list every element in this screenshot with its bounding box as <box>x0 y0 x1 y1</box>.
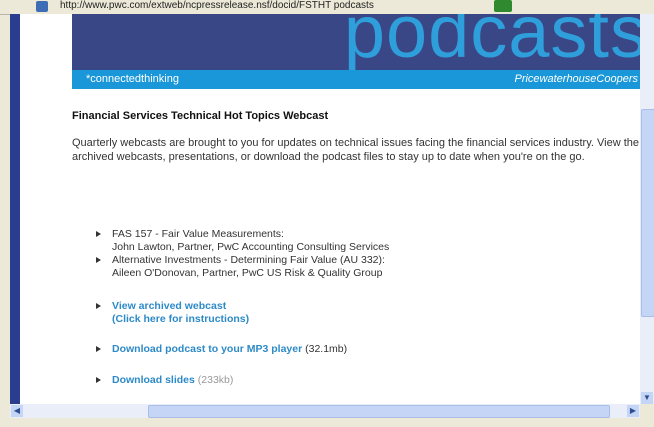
view-archived-webcast-link[interactable]: View archived webcast <box>112 300 389 313</box>
brand-logo-text: PricewaterhouseCoopers <box>514 73 638 85</box>
address-bar[interactable]: http://www.pwc.com/extweb/ncpressrelease… <box>0 0 654 15</box>
address-url[interactable]: http://www.pwc.com/extweb/ncpressrelease… <box>60 0 490 12</box>
page-viewport: podcasts *connectedthinking Pricewaterho… <box>10 14 640 404</box>
topic-item: FAS 157 - Fair Value Measurements: John … <box>96 228 389 254</box>
scroll-right-arrow-icon[interactable]: ▶ <box>627 405 639 417</box>
left-edge-band <box>10 14 20 404</box>
vertical-scrollbar[interactable]: ▼ <box>640 14 654 404</box>
archived-webcast-item: View archived webcast (Click here for in… <box>96 300 389 326</box>
horizontal-scrollbar[interactable]: ◀ ▶ <box>10 404 640 418</box>
slides-size: (233kb) <box>197 374 234 386</box>
page-icon <box>36 1 48 12</box>
podcast-size: (32.1mb) <box>305 343 348 355</box>
podcasts-banner: podcasts *connectedthinking Pricewaterho… <box>72 14 640 89</box>
topic-title: Alternative Investments - Determining Fa… <box>112 254 385 266</box>
horizontal-scroll-thumb[interactable] <box>148 405 610 418</box>
bullet-list: FAS 157 - Fair Value Measurements: John … <box>96 228 389 387</box>
slides-item: Download slides (233kb) <box>96 374 389 387</box>
podcast-item: Download podcast to your MP3 player (32.… <box>96 343 389 356</box>
browser-window: http://www.pwc.com/extweb/ncpressrelease… <box>0 0 654 427</box>
intro-paragraph: Quarterly webcasts are brought to you fo… <box>72 137 640 163</box>
status-bar <box>0 418 654 427</box>
go-button[interactable] <box>494 0 512 12</box>
topic-speaker: Aileen O'Donovan, Partner, PwC US Risk &… <box>112 267 383 279</box>
page-title: Financial Services Technical Hot Topics … <box>72 110 329 122</box>
topic-item: Alternative Investments - Determining Fa… <box>96 254 389 280</box>
download-slides-link[interactable]: Download slides <box>112 374 195 386</box>
banner-strip: *connectedthinking PricewaterhouseCooper… <box>72 70 640 89</box>
scroll-left-arrow-icon[interactable]: ◀ <box>11 405 23 417</box>
main-content: Financial Services Technical Hot Topics … <box>72 110 640 386</box>
download-podcast-link[interactable]: Download podcast to your MP3 player <box>112 343 302 355</box>
tagline: *connectedthinking <box>86 73 179 85</box>
topic-speaker: John Lawton, Partner, PwC Accounting Con… <box>112 241 390 253</box>
instructions-link[interactable]: (Click here for instructions) <box>112 313 389 326</box>
topic-title: FAS 157 - Fair Value Measurements: <box>112 228 284 240</box>
banner-word: podcasts <box>343 14 640 73</box>
scroll-down-arrow-icon[interactable]: ▼ <box>641 392 653 404</box>
vertical-scroll-thumb[interactable] <box>641 109 654 317</box>
